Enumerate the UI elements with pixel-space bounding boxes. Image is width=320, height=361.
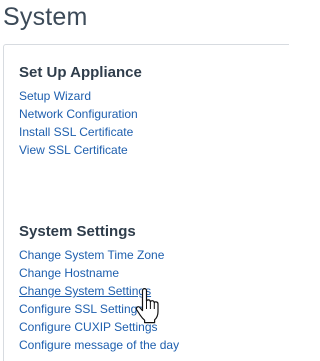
setup-wizard-link[interactable]: Setup Wizard	[19, 89, 91, 103]
list-item: Configure SSL Settings	[19, 300, 179, 318]
list-item: Configure CUXIP Settings	[19, 318, 179, 336]
list-item: Setup Wizard	[19, 87, 142, 105]
change-hostname-link[interactable]: Change Hostname	[19, 266, 119, 280]
configure-message-of-the-day-link[interactable]: Configure message of the day	[19, 338, 179, 352]
system-settings-heading: System Settings	[19, 223, 136, 240]
list-item: Configure message of the day	[19, 336, 179, 354]
system-panel: Set Up Appliance Setup Wizard Network Co…	[3, 44, 289, 361]
page-title: System	[3, 3, 88, 31]
setup-appliance-heading: Set Up Appliance	[19, 64, 142, 81]
list-item: Install SSL Certificate	[19, 123, 142, 141]
list-item: Network Configuration	[19, 105, 142, 123]
change-system-time-zone-link[interactable]: Change System Time Zone	[19, 248, 164, 262]
list-item: Change System Time Zone	[19, 246, 179, 264]
configure-cuxip-settings-link[interactable]: Configure CUXIP Settings	[19, 320, 158, 334]
system-settings-section: System Settings Change System Time Zone …	[19, 222, 179, 354]
system-page: System Set Up Appliance Setup Wizard Net…	[0, 0, 289, 361]
setup-appliance-section: Set Up Appliance Setup Wizard Network Co…	[19, 63, 142, 159]
list-item: View SSL Certificate	[19, 141, 142, 159]
setup-appliance-links: Setup Wizard Network Configuration Insta…	[19, 87, 142, 159]
change-system-settings-link[interactable]: Change System Settings	[19, 284, 151, 298]
configure-ssl-settings-link[interactable]: Configure SSL Settings	[19, 302, 143, 316]
list-item: Change Hostname	[19, 264, 179, 282]
network-configuration-link[interactable]: Network Configuration	[19, 107, 138, 121]
list-item: Change System Settings	[19, 282, 179, 300]
system-settings-links: Change System Time Zone Change Hostname …	[19, 246, 179, 354]
install-ssl-certificate-link[interactable]: Install SSL Certificate	[19, 125, 133, 139]
view-ssl-certificate-link[interactable]: View SSL Certificate	[19, 143, 128, 157]
